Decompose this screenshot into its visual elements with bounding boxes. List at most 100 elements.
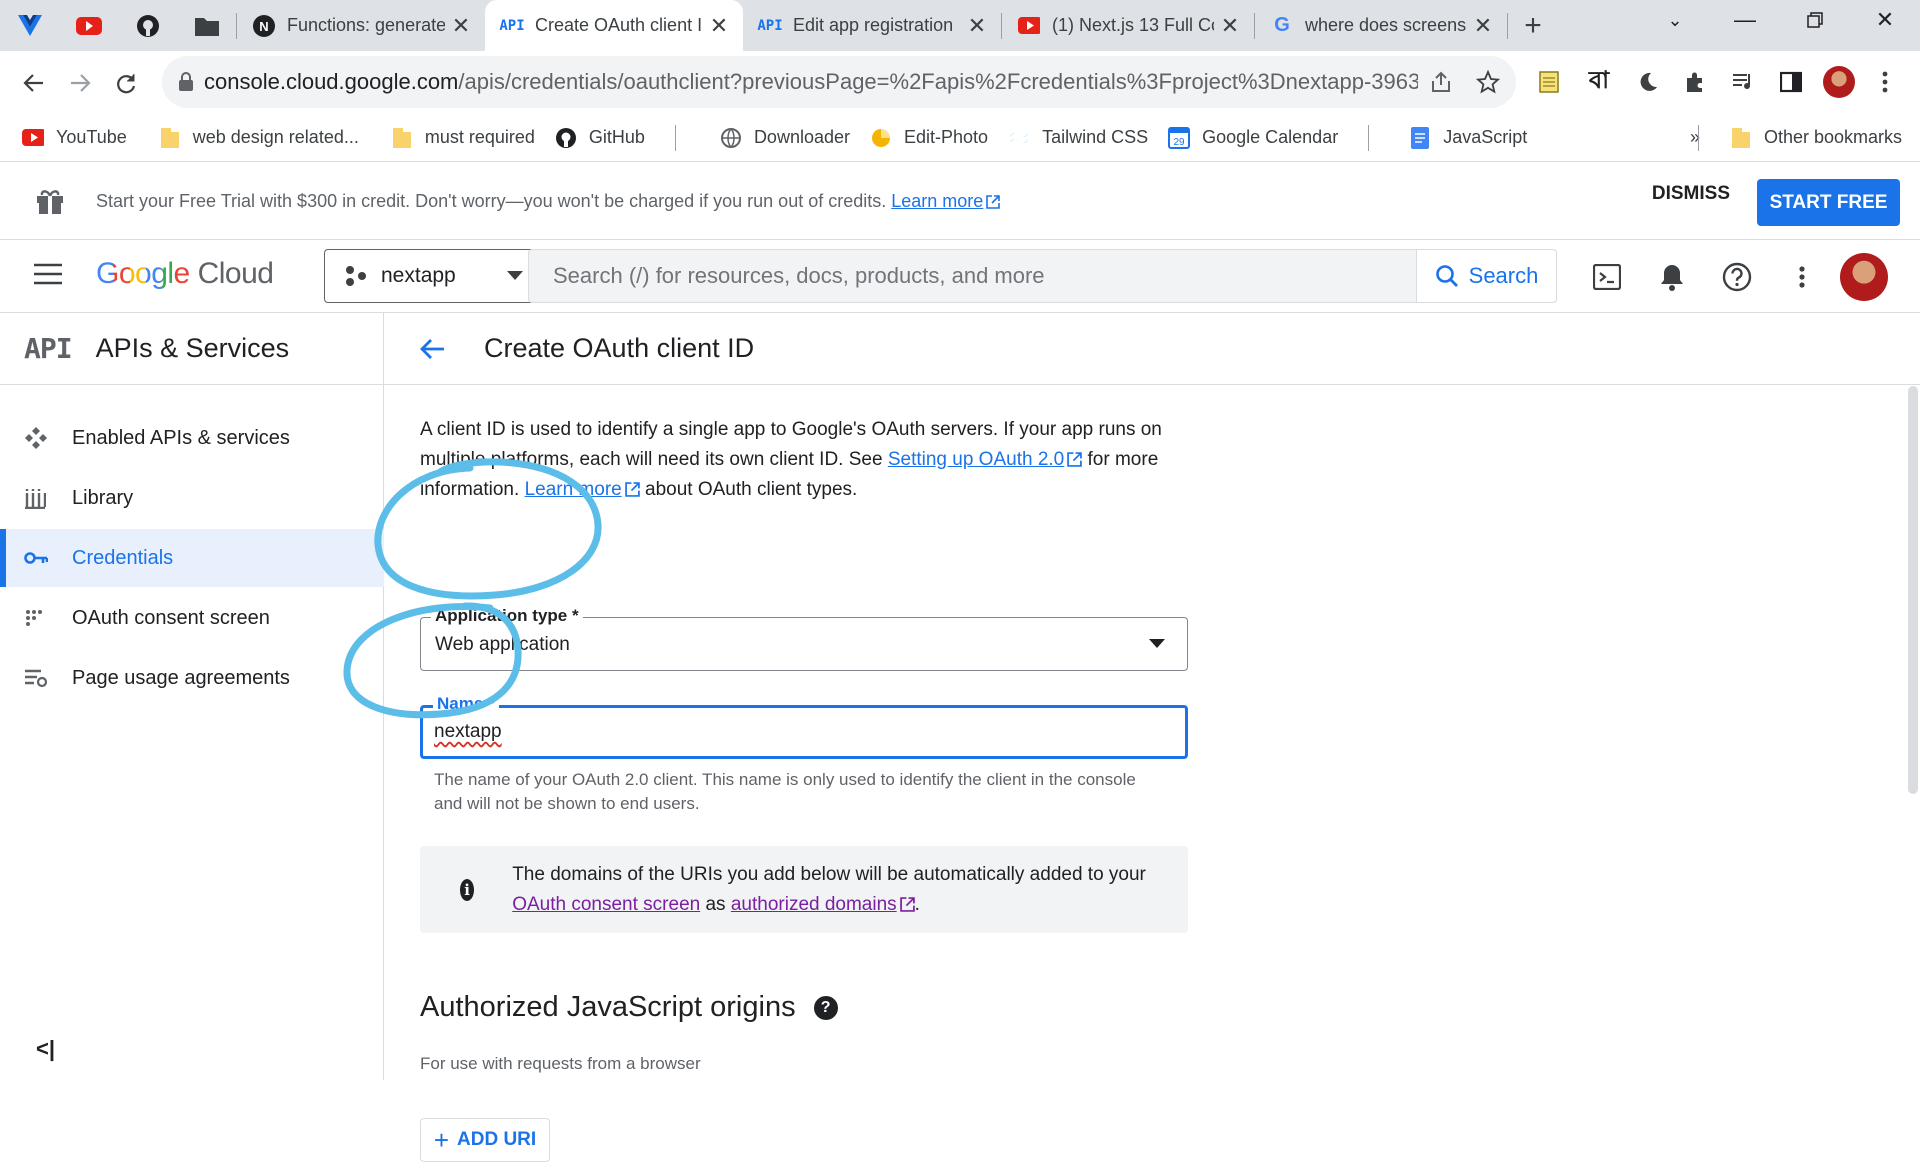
- bookmark-tailwind[interactable]: Tailwind CSS: [998, 120, 1158, 156]
- bookmark-edit-photo[interactable]: Edit-Photo: [860, 120, 998, 156]
- help-button[interactable]: [1716, 256, 1758, 298]
- search-icon: [1435, 265, 1458, 287]
- media-controls-button[interactable]: [1722, 61, 1764, 103]
- close-icon[interactable]: ✕: [709, 13, 729, 39]
- minimize-icon[interactable]: —: [1710, 0, 1780, 40]
- tab-edit-app-registration[interactable]: API Edit app registration ✕: [743, 0, 1001, 51]
- close-icon[interactable]: ✕: [451, 13, 471, 39]
- search-button-label: Search: [1468, 263, 1539, 288]
- learn-more-label: Learn more: [524, 479, 622, 500]
- bookmark-javascript[interactable]: JavaScript: [1399, 120, 1537, 156]
- close-icon[interactable]: ✕: [1473, 13, 1493, 39]
- bookmark-label: must required: [424, 127, 535, 147]
- project-selector[interactable]: nextapp: [324, 249, 542, 303]
- application-type-select[interactable]: Application type * Web application: [420, 606, 1188, 671]
- bookmark-google-calendar[interactable]: 29 Google Calendar: [1158, 120, 1348, 156]
- back-button[interactable]: [410, 327, 454, 371]
- js-origins-subtitle: For use with requests from a browser: [420, 1054, 701, 1073]
- learn-more-link[interactable]: Learn more: [891, 191, 1001, 211]
- url-host: console.cloud.google.com: [204, 69, 459, 94]
- account-avatar[interactable]: [1840, 253, 1888, 301]
- help-icon[interactable]: ?: [813, 995, 838, 1020]
- search-button[interactable]: Search: [1416, 250, 1556, 302]
- add-uri-button[interactable]: + ADD URI: [420, 1118, 550, 1162]
- google-cloud-logo[interactable]: Google Cloud: [96, 257, 274, 291]
- extension-dark-mode[interactable]: [1626, 61, 1668, 103]
- bookmark-label: Downloader: [753, 127, 850, 147]
- collapse-sidebar-button[interactable]: <|: [36, 1036, 55, 1062]
- search-input[interactable]: Search (/) for resources, docs, products…: [553, 263, 1416, 289]
- share-icon[interactable]: [1430, 71, 1452, 93]
- tab-youtube-video[interactable]: (1) Next.js 13 Full Course ✕: [1002, 0, 1254, 51]
- doc-icon: [1409, 126, 1431, 149]
- dismiss-button[interactable]: DISMISS: [1652, 183, 1730, 205]
- banner-text: Start your Free Trial with $300 in credi…: [96, 190, 887, 211]
- close-icon[interactable]: ✕: [967, 13, 987, 39]
- address-bar[interactable]: console.cloud.google.com/apis/credential…: [162, 56, 1516, 108]
- more-options-button[interactable]: [1781, 256, 1823, 298]
- arrow-right-icon: [71, 73, 91, 92]
- bookmark-folder-web-design[interactable]: web design related...: [149, 120, 369, 156]
- sidebar-item-page-usage[interactable]: Page usage agreements: [0, 649, 384, 707]
- cloud-shell-button[interactable]: [1586, 256, 1628, 298]
- authorized-domains-link[interactable]: authorized domains: [731, 894, 915, 915]
- close-window-icon[interactable]: ✕: [1850, 0, 1920, 40]
- tab-google-search[interactable]: G where does screenshot ✕: [1255, 0, 1507, 51]
- scrollbar-thumb[interactable]: [1908, 386, 1918, 794]
- bookmark-other-bookmarks[interactable]: Other bookmarks: [1720, 120, 1912, 156]
- extensions-button[interactable]: [1674, 61, 1716, 103]
- bookmark-folder-must-required[interactable]: must required: [381, 120, 545, 156]
- profile-button[interactable]: [1818, 61, 1860, 103]
- tab-search-icon[interactable]: ⌄: [1640, 0, 1710, 40]
- name-field[interactable]: Name * nextapp: [420, 694, 1188, 759]
- sidebar-item-credentials[interactable]: Credentials: [0, 529, 384, 587]
- folder-icon: [159, 127, 181, 149]
- oauth-consent-screen-link[interactable]: OAuth consent screen: [512, 894, 700, 915]
- youtube-icon: [1018, 15, 1040, 37]
- hamburger-menu-icon[interactable]: [34, 263, 62, 285]
- pinned-tab-folder[interactable]: [177, 0, 236, 51]
- side-panel-button[interactable]: [1770, 61, 1812, 103]
- learn-more-client-types-link[interactable]: Learn more: [525, 479, 640, 500]
- back-button[interactable]: [12, 61, 56, 105]
- api-icon: API: [757, 17, 783, 34]
- bookmarks-overflow-button[interactable]: »: [1680, 120, 1710, 156]
- page-scrollbar[interactable]: [1906, 386, 1920, 794]
- youtube-icon: [22, 127, 44, 149]
- notifications-button[interactable]: [1651, 256, 1693, 298]
- console-search[interactable]: Search (/) for resources, docs, products…: [528, 249, 1557, 303]
- sidebar-item-enabled-apis[interactable]: Enabled APIs & services: [0, 409, 384, 467]
- sidebar-item-library[interactable]: Library: [0, 469, 384, 527]
- banner-message: Start your Free Trial with $300 in credi…: [96, 190, 1001, 212]
- star-icon[interactable]: [1476, 70, 1500, 94]
- pinned-tab-youtube[interactable]: [59, 0, 118, 51]
- page-header: Create OAuth client ID: [384, 313, 1920, 385]
- free-trial-banner: Start your Free Trial with $300 in credi…: [0, 163, 1920, 240]
- bookmark-label: web design related...: [192, 127, 359, 147]
- sidebar-item-oauth-consent[interactable]: OAuth consent screen: [0, 589, 384, 647]
- note-part-3: .: [914, 893, 920, 915]
- tab-create-oauth[interactable]: API Create OAuth client ID ✕: [485, 0, 743, 51]
- google-icon: G: [1274, 14, 1290, 36]
- github-icon: [136, 14, 159, 37]
- close-icon[interactable]: ✕: [1220, 13, 1240, 39]
- name-input[interactable]: nextapp: [434, 721, 502, 743]
- bell-icon: [1661, 265, 1683, 291]
- start-free-button[interactable]: START FREE: [1757, 179, 1900, 226]
- tab-nextjs-docs[interactable]: N Functions: generateMetadata ✕: [237, 0, 485, 51]
- forward-button[interactable]: [58, 61, 102, 105]
- pinned-tab-github[interactable]: [118, 0, 177, 51]
- new-tab-button[interactable]: +: [1508, 9, 1558, 43]
- bookmark-youtube[interactable]: YouTube: [12, 120, 137, 156]
- reload-button[interactable]: [104, 61, 148, 105]
- name-hint: The name of your OAuth 2.0 client. This …: [434, 770, 1136, 813]
- pinned-tab-vue[interactable]: [0, 0, 59, 51]
- chrome-menu-button[interactable]: [1864, 61, 1906, 103]
- bookmark-downloader[interactable]: Downloader: [710, 120, 860, 156]
- setting-up-oauth-link[interactable]: Setting up OAuth 2.0: [888, 449, 1083, 470]
- restore-icon[interactable]: [1780, 0, 1850, 40]
- library-icon: [24, 487, 72, 509]
- extension-notes[interactable]: [1528, 61, 1570, 103]
- extension-bengali[interactable]: বা: [1578, 61, 1620, 103]
- bookmark-github[interactable]: GitHub: [545, 120, 655, 156]
